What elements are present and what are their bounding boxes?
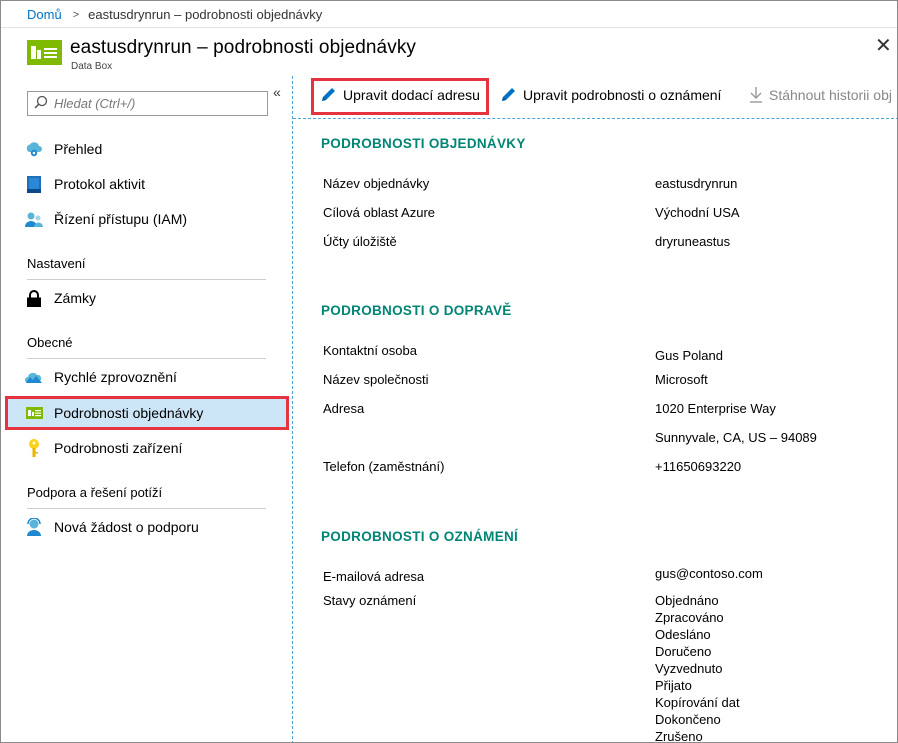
iam-users-icon: [25, 210, 43, 228]
search-icon: [34, 95, 48, 112]
command-bar-divider: [293, 118, 897, 119]
edit-shipping-address-label: Upravit dodací adresu: [343, 86, 480, 103]
order-details-icon: [25, 404, 43, 422]
download-icon: [749, 86, 763, 103]
shipping-details-heading: PODROBNOSTI O DOPRAVĚ: [321, 303, 512, 318]
sidebar-item-iam[interactable]: Řízení přístupu (IAM): [25, 207, 187, 231]
sidebar-item-label: Řízení přístupu (IAM): [54, 211, 188, 227]
sidebar-item-device-details[interactable]: Podrobnosti zařízení: [25, 436, 182, 460]
collapse-sidebar-icon[interactable]: «: [273, 84, 281, 100]
cloud-overview-icon: [25, 140, 43, 158]
sidebar-item-order-details[interactable]: Podrobnosti objednávky: [25, 401, 203, 425]
sidebar-splitter: [292, 76, 293, 742]
breadcrumb-home-link[interactable]: Domů: [27, 7, 62, 22]
breadcrumb-divider: [1, 27, 897, 28]
sidebar-item-label: Protokol aktivit: [54, 176, 146, 192]
support-person-icon: [25, 518, 43, 536]
list-item: Objednáno: [655, 593, 719, 608]
breadcrumb-current: eastusdrynrun – podrobnosti objednávky: [88, 7, 323, 22]
lock-icon: [25, 289, 43, 307]
page-subtitle: Data Box: [71, 61, 113, 72]
search-box[interactable]: [27, 91, 268, 116]
notification-details-heading: PODROBNOSTI O OZNÁMENÍ: [321, 529, 519, 544]
pencil-icon: [320, 86, 337, 103]
edit-notification-details-button[interactable]: Upravit podrobnosti o oznámení: [500, 86, 721, 103]
sidebar-item-new-support-request[interactable]: Nová žádost o podporu: [25, 515, 199, 539]
address-line1-value: 1020 Enterprise Way: [655, 401, 776, 416]
notification-states-label: Stavy oznámení: [323, 593, 417, 608]
edit-notification-details-label: Upravit podrobnosti o oznámení: [523, 86, 722, 103]
close-icon[interactable]: ✕: [875, 36, 892, 56]
download-order-history-label: Stáhnout historii obj: [769, 86, 892, 103]
order-details-heading: PODROBNOSTI OBJEDNÁVKY: [321, 136, 526, 151]
email-address-label: E-mailová adresa: [323, 569, 425, 584]
azure-region-value: Východní USA: [655, 205, 740, 220]
work-phone-value: +11650693220: [655, 459, 742, 474]
section-label-settings: Nastavení: [27, 256, 86, 271]
work-phone-label: Telefon (zaměstnání): [323, 459, 445, 474]
section-divider: [27, 279, 266, 280]
sidebar-item-label: Zámky: [54, 290, 96, 306]
search-input[interactable]: [54, 96, 254, 111]
device-key-icon: [25, 439, 43, 457]
databox-order-icon: [27, 40, 62, 65]
list-item: Dokončeno: [655, 712, 721, 727]
chevron-right-icon: >: [72, 8, 80, 21]
order-name-value: eastusdrynrun: [655, 176, 738, 191]
list-item: Zrušeno: [655, 729, 703, 743]
list-item: Odesláno: [655, 627, 711, 642]
company-name-label: Název společnosti: [323, 372, 429, 387]
sidebar-item-overview[interactable]: Přehled: [25, 137, 102, 161]
sidebar-item-locks[interactable]: Zámky: [25, 286, 96, 310]
section-label-support: Podpora a řešení potíží: [27, 485, 163, 500]
section-divider: [27, 508, 266, 509]
storage-accounts-value: dryruneastus: [655, 234, 731, 249]
pencil-icon: [500, 86, 517, 103]
email-address-value: gus@contoso.com: [655, 566, 763, 581]
page-title: eastusdrynrun – podrobnosti objednávky: [70, 37, 417, 58]
list-item: Doručeno: [655, 644, 712, 659]
sidebar-item-activity-log[interactable]: Protokol aktivit: [25, 172, 145, 196]
contact-person-value: Gus Poland: [655, 348, 723, 363]
azure-region-label: Cílová oblast Azure: [323, 205, 436, 220]
sidebar-item-label: Rychlé zprovoznění: [54, 369, 177, 385]
sidebar: « Přehled Protokol aktivit Řízení přístu…: [1, 76, 293, 742]
address-label: Adresa: [323, 401, 365, 416]
sidebar-item-label: Podrobnosti zařízení: [54, 440, 183, 456]
notification-states-list: Objednáno Zpracováno Odesláno Doručeno V…: [655, 592, 740, 743]
list-item: Kopírování dat: [655, 695, 740, 710]
list-item: Přijato: [655, 678, 692, 693]
quickstart-cloud-icon: [25, 368, 43, 386]
order-name-label: Název objednávky: [323, 176, 430, 191]
list-item: Vyzvednuto: [655, 661, 723, 676]
sidebar-item-label: Nová žádost o podporu: [54, 519, 199, 535]
section-divider: [27, 358, 266, 359]
address-line2-value: Sunnyvale, CA, US – 94089: [655, 430, 817, 445]
sidebar-item-label: Podrobnosti objednávky: [54, 405, 204, 421]
section-label-general: Obecné: [27, 335, 73, 350]
list-item: Zpracováno: [655, 610, 724, 625]
download-order-history-button[interactable]: Stáhnout historii obj: [749, 86, 892, 103]
sidebar-item-label: Přehled: [54, 141, 103, 157]
company-name-value: Microsoft: [655, 372, 708, 387]
sidebar-item-quickstart[interactable]: Rychlé zprovoznění: [25, 365, 177, 389]
contact-person-label: Kontaktní osoba: [323, 343, 417, 358]
window-frame: Domů > eastusdrynrun – podrobnosti objed…: [0, 0, 898, 743]
breadcrumb: Domů > eastusdrynrun – podrobnosti objed…: [27, 7, 322, 22]
command-bar: Upravit dodací adresu Upravit podrobnost…: [293, 76, 897, 118]
storage-accounts-label: Účty úložiště: [323, 234, 397, 249]
edit-shipping-address-button[interactable]: Upravit dodací adresu: [320, 86, 480, 103]
activity-log-icon: [25, 175, 43, 193]
